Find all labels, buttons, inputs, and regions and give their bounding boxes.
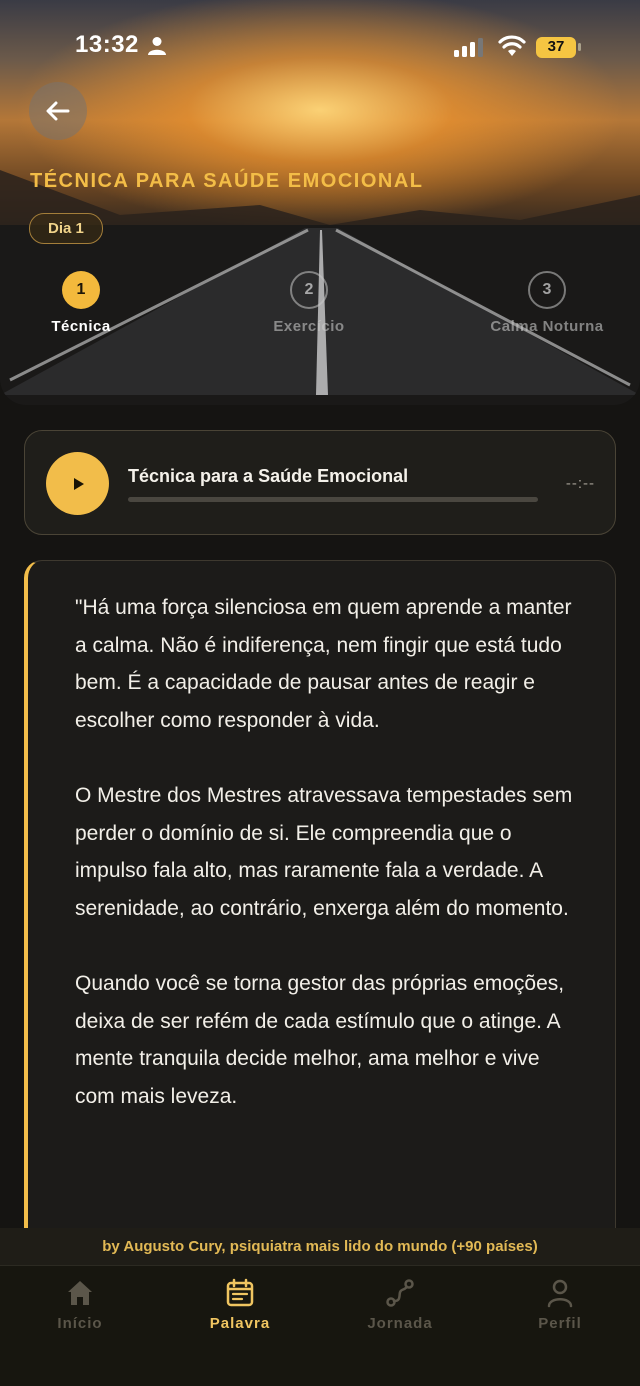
battery-percentage: 37 [547, 38, 565, 55]
step-exercicio[interactable]: 2 Exercício [239, 271, 379, 335]
nav-label: Jornada [367, 1315, 433, 1332]
step-number: 3 [528, 271, 566, 309]
user-icon [547, 1279, 573, 1308]
back-button[interactable] [29, 82, 87, 140]
step-label: Exercício [273, 318, 345, 335]
arrow-left-icon [46, 101, 70, 121]
step-number: 2 [290, 271, 328, 309]
battery-indicator: 37 [536, 37, 581, 58]
play-button[interactable] [46, 452, 109, 515]
audio-title: Técnica para a Saúde Emocional [128, 466, 409, 486]
step-tecnica[interactable]: 1 Técnica [11, 271, 151, 335]
wifi-icon [498, 35, 526, 56]
nav-label: Início [57, 1315, 103, 1332]
page-title: TÉCNICA PARA SAÚDE EMOCIONAL [30, 170, 424, 192]
step-number: 1 [62, 271, 100, 309]
quote-paragraph: Quando você se torna gestor das próprias… [75, 971, 565, 1108]
home-icon [68, 1281, 92, 1305]
nav-perfil[interactable]: Perfil [480, 1278, 640, 1332]
nav-inicio[interactable]: Início [0, 1278, 160, 1332]
hero-header: 13:32 37 TÉCNICA PARA SAÚDE EMOCIONAL Di… [0, 0, 640, 405]
nav-label: Palavra [209, 1315, 271, 1332]
road-sunset-image [0, 170, 640, 405]
bottom-nav: Início Palavra Jornada Perfil [0, 1265, 640, 1386]
route-icon [386, 1279, 414, 1307]
person-icon [148, 37, 166, 55]
status-time: 13:32 [75, 31, 139, 58]
signal-icon [454, 38, 483, 57]
audio-progress-bar[interactable] [128, 497, 538, 502]
play-icon [73, 477, 84, 490]
nav-jornada[interactable]: Jornada [320, 1278, 480, 1332]
quote-card: "Há uma força silenciosa em quem aprende… [24, 560, 616, 1260]
step-label: Calma Noturna [490, 318, 604, 335]
nav-palavra[interactable]: Palavra [160, 1278, 320, 1332]
quote-text: "Há uma força silenciosa em quem aprende… [75, 589, 585, 1153]
day-badge: Dia 1 [29, 213, 103, 244]
quote-paragraph: "Há uma força silenciosa em quem aprende… [75, 596, 572, 732]
nav-label: Perfil [538, 1315, 582, 1332]
audio-time: --:-- [565, 475, 595, 492]
step-label: Técnica [51, 318, 111, 335]
audio-player: Técnica para a Saúde Emocional --:-- [24, 430, 616, 535]
calendar-icon [226, 1278, 254, 1307]
step-calma-noturna[interactable]: 3 Calma Noturna [477, 271, 617, 335]
battery-tip [578, 43, 581, 51]
author-attribution: by Augusto Cury, psiquiatra mais lido do… [0, 1228, 640, 1265]
quote-paragraph: O Mestre dos Mestres atravessava tempest… [75, 783, 573, 920]
